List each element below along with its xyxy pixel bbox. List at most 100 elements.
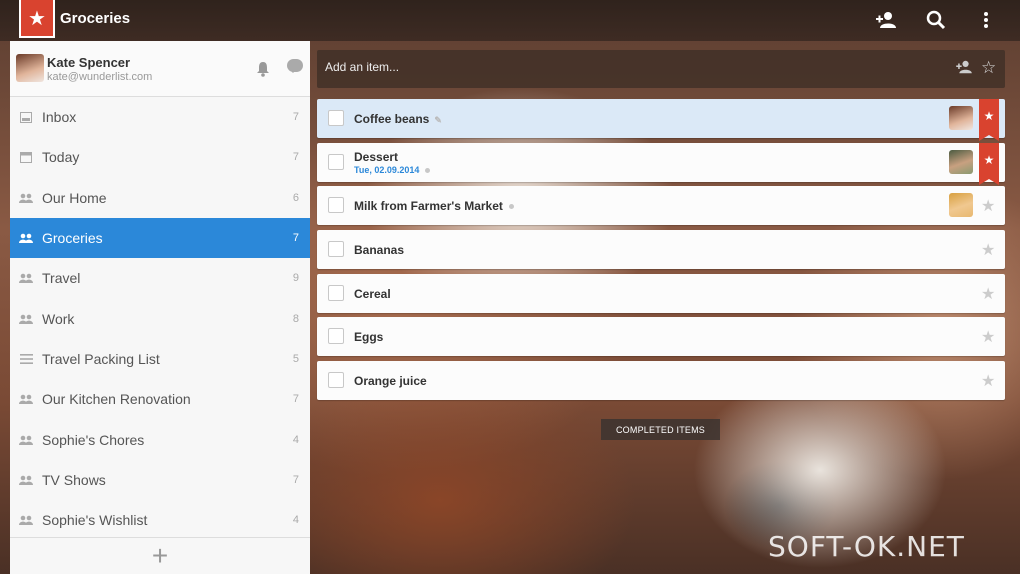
sidebar-item-tv-shows[interactable]: TV Shows 7 (10, 460, 310, 500)
task-row[interactable]: Milk from Farmer's Market ★ (317, 186, 1005, 225)
task-title: Bananas (354, 243, 405, 257)
shared-list-icon (19, 272, 33, 284)
list-icon (19, 353, 33, 365)
add-item-bar: ☆ (317, 50, 1005, 88)
shared-list-icon (19, 313, 33, 325)
add-person-icon[interactable] (873, 8, 899, 32)
calendar-icon (19, 151, 33, 164)
add-item-input[interactable] (325, 60, 925, 74)
assignee-avatar (949, 193, 973, 217)
task-checkbox[interactable] (328, 328, 344, 344)
sidebar-item-today[interactable]: Today 7 (10, 137, 310, 177)
sidebar-item-sophies-chores[interactable]: Sophie's Chores 4 (10, 419, 310, 459)
task-checkbox[interactable] (328, 372, 344, 388)
list-title: Groceries (60, 10, 131, 27)
sidebar-item-work[interactable]: Work 8 (10, 298, 310, 338)
avatar (16, 54, 44, 82)
task-checkbox[interactable] (328, 154, 344, 170)
assign-person-icon[interactable] (955, 60, 973, 77)
completed-items-button[interactable]: COMPLETED ITEMS (601, 419, 720, 440)
shared-list-icon (19, 232, 33, 244)
task-row[interactable]: Eggs ★ (317, 317, 1005, 356)
task-title: Eggs (354, 330, 384, 344)
task-checkbox[interactable] (328, 110, 344, 126)
star-outline-icon[interactable]: ★ (981, 327, 995, 347)
task-row[interactable]: Bananas ★ (317, 230, 1005, 269)
task-title: Coffee beans ✎ (354, 112, 442, 126)
plus-icon: + (151, 540, 169, 571)
star-filled-icon[interactable]: ★ (979, 143, 999, 185)
user-email: kate@wunderlist.com (47, 71, 153, 83)
sidebar-item-travel[interactable]: Travel 9 (10, 258, 310, 298)
task-row[interactable]: Orange juice ★ (317, 361, 1005, 400)
task-title: Orange juice (354, 374, 427, 388)
sidebar-item-count: 7 (292, 473, 299, 486)
sidebar-item-count: 4 (292, 433, 299, 446)
wunderlist-logo-icon: ★ (19, 0, 55, 38)
add-list-button[interactable]: + (10, 537, 310, 574)
sidebar-item-label: Our Kitchen Renovation (42, 391, 191, 408)
bell-icon[interactable] (256, 61, 270, 81)
sidebar-item-count: 9 (292, 272, 299, 285)
star-outline-icon[interactable]: ☆ (981, 58, 996, 78)
task-checkbox[interactable] (328, 285, 344, 301)
star-outline-icon[interactable]: ★ (981, 371, 995, 391)
sidebar: Kate Spencer kate@wunderlist.com Inbox 7… (10, 41, 310, 574)
shared-list-icon (19, 474, 33, 486)
sidebar-item-label: TV Shows (42, 471, 106, 488)
task-row[interactable]: Cereal ★ (317, 274, 1005, 313)
sidebar-item-label: Sophie's Chores (42, 431, 145, 448)
watermark: SOFT-OK.NET (768, 530, 965, 563)
shared-list-icon (19, 434, 33, 446)
star-outline-icon[interactable]: ★ (981, 240, 995, 260)
sidebar-item-count: 7 (292, 232, 299, 245)
task-title: Milk from Farmer's Market (354, 199, 514, 213)
user-name: Kate Spencer (47, 55, 131, 70)
assignee-avatar (949, 106, 973, 130)
sidebar-item-travel-packing-list[interactable]: Travel Packing List 5 (10, 339, 310, 379)
star-outline-icon[interactable]: ★ (981, 284, 995, 304)
task-title: Dessert (354, 150, 399, 164)
more-vertical-icon[interactable] (973, 8, 999, 32)
sidebar-item-count: 7 (292, 393, 299, 406)
shared-list-icon (19, 192, 33, 204)
sidebar-item-label: Travel Packing List (42, 350, 160, 367)
top-bar: ★ Groceries (0, 0, 1020, 41)
shared-list-icon (19, 514, 33, 526)
sidebar-item-count: 8 (292, 312, 299, 325)
sidebar-item-label: Sophie's Wishlist (42, 512, 148, 529)
sidebar-item-groceries[interactable]: Groceries 7 (10, 217, 310, 259)
note-dot-icon (425, 168, 431, 174)
sidebar-item-label: Inbox (42, 109, 77, 126)
sidebar-item-our-kitchen-renovation[interactable]: Our Kitchen Renovation 7 (10, 379, 310, 419)
task-row[interactable]: Coffee beans ✎ ★ (317, 99, 1005, 141)
sidebar-item-count: 5 (292, 352, 299, 365)
chat-icon[interactable] (287, 59, 303, 73)
task-checkbox[interactable] (328, 241, 344, 257)
note-icon: ✎ (434, 115, 442, 125)
sidebar-item-sophies-wishlist[interactable]: Sophie's Wishlist 4 (10, 500, 310, 540)
task-due-date: Tue, 02.09.2014 (354, 165, 431, 175)
shared-list-icon (19, 393, 33, 405)
sidebar-item-label: Groceries (42, 230, 103, 247)
star-filled-icon[interactable]: ★ (979, 99, 999, 141)
sidebar-item-label: Our Home (42, 189, 107, 206)
task-checkbox[interactable] (328, 197, 344, 213)
sidebar-item-label: Work (42, 310, 75, 327)
sidebar-item-count: 6 (292, 191, 299, 204)
task-row[interactable]: Dessert Tue, 02.09.2014 ★ (317, 143, 1005, 185)
sidebar-item-label: Today (42, 149, 80, 166)
sidebar-item-count: 7 (292, 111, 299, 124)
assignee-avatar (949, 150, 973, 174)
user-panel[interactable]: Kate Spencer kate@wunderlist.com (10, 41, 310, 97)
task-title: Cereal (354, 287, 391, 301)
inbox-icon (19, 111, 33, 123)
sidebar-item-our-home[interactable]: Our Home 6 (10, 178, 310, 218)
sidebar-item-count: 4 (292, 514, 299, 527)
sidebar-item-label: Travel (42, 270, 81, 287)
search-icon[interactable] (923, 8, 949, 32)
star-outline-icon[interactable]: ★ (981, 196, 995, 216)
note-dot-icon (508, 204, 514, 210)
sidebar-item-count: 7 (292, 151, 299, 164)
sidebar-item-inbox[interactable]: Inbox 7 (10, 97, 310, 137)
